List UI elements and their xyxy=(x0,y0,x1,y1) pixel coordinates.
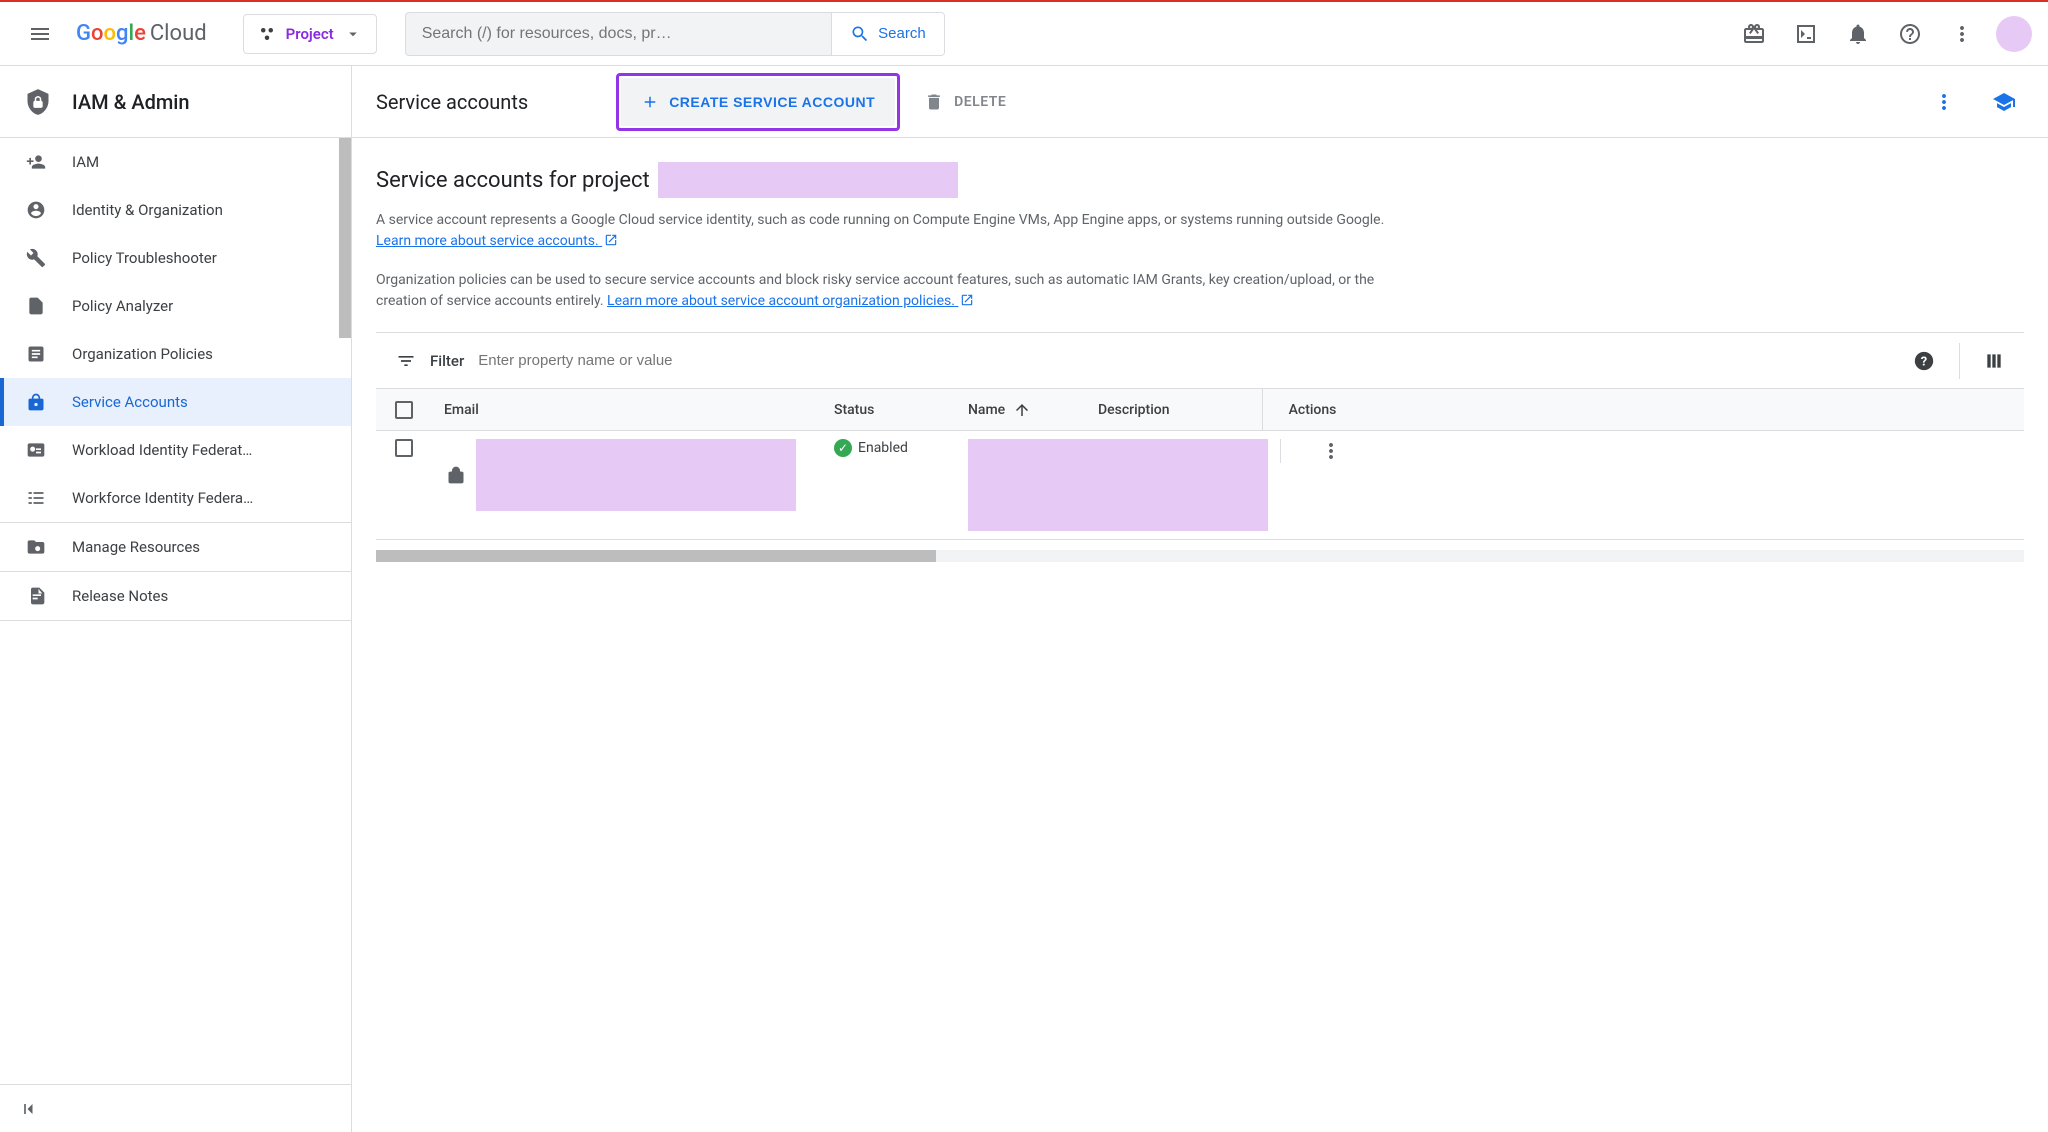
service-accounts-table: Email Status Name Description Actions ✓ xyxy=(376,388,2024,540)
table-row: ✓ Enabled xyxy=(376,431,2024,540)
doc-search-icon xyxy=(24,296,48,316)
col-email[interactable]: Email xyxy=(432,402,822,418)
section-title: Service accounts for project xyxy=(376,168,650,193)
search-icon xyxy=(850,24,870,44)
folder-gear-icon xyxy=(24,537,48,557)
redacted-email xyxy=(476,439,796,511)
col-actions: Actions xyxy=(1262,389,1362,430)
sidebar-header: IAM & Admin xyxy=(0,66,351,138)
sidebar-item-service-accounts[interactable]: Service Accounts xyxy=(0,378,351,426)
sidebar-item-policy-troubleshooter[interactable]: Policy Troubleshooter xyxy=(0,234,351,282)
user-avatar[interactable] xyxy=(1996,16,2032,52)
description-1: A service account represents a Google Cl… xyxy=(376,210,1396,252)
cloud-shell-icon[interactable] xyxy=(1784,12,1828,56)
page-toolbar-title: Service accounts xyxy=(376,90,528,114)
filter-bar: Filter ? xyxy=(376,332,2024,388)
filter-icon xyxy=(396,351,416,371)
person-add-icon xyxy=(24,152,48,172)
learn-more-service-accounts-link[interactable]: Learn more about service accounts. xyxy=(376,233,618,249)
create-service-account-highlight: CREATE SERVICE ACCOUNT xyxy=(616,73,900,131)
external-link-icon xyxy=(604,233,618,247)
menu-button[interactable] xyxy=(16,10,64,58)
col-status[interactable]: Status xyxy=(822,402,956,418)
page-toolbar: Service accounts CREATE SERVICE ACCOUNT … xyxy=(352,66,2048,138)
learn-icon[interactable] xyxy=(1984,82,2024,122)
sidebar: IAM & Admin IAM Identity & Organization … xyxy=(0,66,352,1132)
sidebar-item-workload-identity[interactable]: Workload Identity Federat… xyxy=(0,426,351,474)
more-icon[interactable] xyxy=(1940,12,1984,56)
sidebar-item-org-policies[interactable]: Organization Policies xyxy=(0,330,351,378)
help-icon[interactable] xyxy=(1888,12,1932,56)
list-box-icon xyxy=(24,344,48,364)
external-link-icon xyxy=(960,293,974,307)
learn-more-org-policies-link[interactable]: Learn more about service account organiz… xyxy=(607,293,974,309)
row-checkbox[interactable] xyxy=(395,439,413,457)
check-icon: ✓ xyxy=(834,439,852,457)
project-picker[interactable]: Project xyxy=(243,14,377,54)
trash-icon xyxy=(924,92,944,112)
list-icon xyxy=(24,488,48,508)
header-utility-icons xyxy=(1732,12,2032,56)
sidebar-title: IAM & Admin xyxy=(72,90,190,114)
notifications-icon[interactable] xyxy=(1836,12,1880,56)
search-input[interactable] xyxy=(406,13,831,55)
badge-icon xyxy=(24,440,48,460)
sort-asc-icon xyxy=(1013,401,1031,419)
sidebar-scrollbar[interactable] xyxy=(339,138,351,338)
status-badge: ✓ Enabled xyxy=(834,439,908,457)
create-service-account-button[interactable]: CREATE SERVICE ACCOUNT xyxy=(621,78,895,126)
hamburger-icon xyxy=(28,22,52,46)
redacted-project-name xyxy=(658,162,958,198)
row-actions-icon[interactable] xyxy=(1319,439,1343,463)
chevron-down-icon xyxy=(344,25,362,43)
redacted-name-description xyxy=(968,439,1268,531)
service-account-icon xyxy=(444,465,468,485)
sidebar-item-release-notes[interactable]: Release Notes xyxy=(0,572,351,620)
col-name[interactable]: Name xyxy=(956,401,1086,419)
person-circle-icon xyxy=(24,200,48,220)
note-icon xyxy=(24,586,48,606)
columns-icon[interactable] xyxy=(1984,351,2004,371)
google-cloud-logo[interactable]: Google Cloud xyxy=(76,21,207,46)
project-icon xyxy=(258,25,276,43)
delete-button[interactable]: DELETE xyxy=(924,92,1006,112)
sidebar-item-workforce-identity[interactable]: Workforce Identity Federa… xyxy=(0,474,351,522)
gift-icon[interactable] xyxy=(1732,12,1776,56)
toolbar-more-icon[interactable] xyxy=(1924,82,1964,122)
sidebar-item-manage-resources[interactable]: Manage Resources xyxy=(0,523,351,571)
wrench-icon xyxy=(24,248,48,268)
filter-input[interactable] xyxy=(478,352,1899,369)
horizontal-scrollbar[interactable] xyxy=(376,550,2024,562)
global-header: Google Cloud Project Search xyxy=(0,2,2048,66)
description-2: Organization policies can be used to sec… xyxy=(376,270,1396,312)
sidebar-item-policy-analyzer[interactable]: Policy Analyzer xyxy=(0,282,351,330)
shield-icon xyxy=(24,88,52,116)
main-content: Service accounts CREATE SERVICE ACCOUNT … xyxy=(352,66,2048,1132)
sidebar-collapse-button[interactable] xyxy=(0,1084,351,1132)
filter-label: Filter xyxy=(430,352,464,370)
sidebar-item-identity-org[interactable]: Identity & Organization xyxy=(0,186,351,234)
select-all-checkbox[interactable] xyxy=(395,401,413,419)
key-account-icon xyxy=(24,392,48,412)
table-header: Email Status Name Description Actions xyxy=(376,389,2024,431)
plus-icon xyxy=(641,93,659,111)
search-button[interactable]: Search xyxy=(831,13,944,55)
help-filled-icon[interactable]: ? xyxy=(1913,350,1935,372)
search-bar: Search xyxy=(405,12,945,56)
sidebar-item-iam[interactable]: IAM xyxy=(0,138,351,186)
col-description[interactable]: Description xyxy=(1086,402,1262,418)
chevron-left-icon xyxy=(20,1099,40,1119)
svg-text:?: ? xyxy=(1921,354,1927,369)
